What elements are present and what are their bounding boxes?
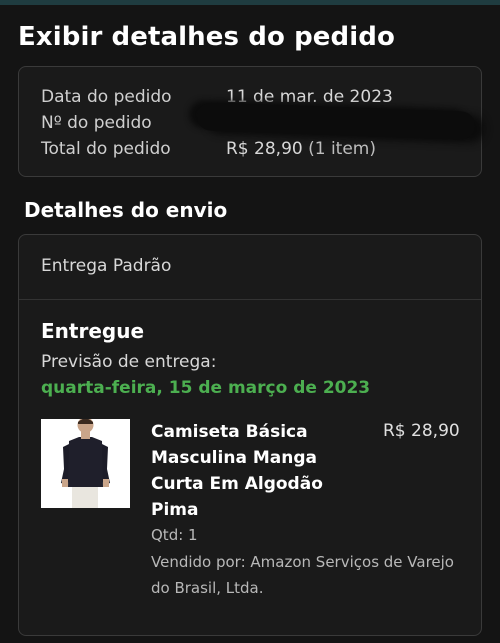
page-title: Exibir detalhes do pedido [18, 22, 395, 52]
order-number-label: Nº do pedido [41, 113, 152, 133]
shipment-card: Entrega Padrão Entregue Previsão de entr… [18, 234, 482, 636]
delivery-estimate-label: Previsão de entrega: [41, 352, 217, 372]
order-total-item-count: (1 item) [308, 139, 377, 159]
order-number-redaction [196, 102, 476, 140]
product-name-link[interactable]: Camiseta Básica Masculina Manga Curta Em… [151, 419, 351, 523]
divider [19, 299, 481, 300]
delivery-estimate-date: quarta-feira, 15 de março de 2023 [41, 378, 371, 398]
order-total-amount: R$ 28,90 [226, 139, 303, 159]
top-accent-bar [0, 0, 500, 5]
tshirt-product-photo-icon [41, 419, 130, 508]
product-price: R$ 28,90 [383, 421, 460, 441]
order-total-label: Total do pedido [41, 139, 171, 159]
product-image[interactable] [41, 419, 130, 508]
product-quantity: Qtd: 1 [151, 526, 198, 544]
shipping-section-title: Detalhes do envio [24, 198, 228, 222]
order-total-value: R$ 28,90 (1 item) [226, 139, 376, 159]
delivery-status: Entregue [41, 319, 145, 343]
product-seller: Vendido por: Amazon Serviços de Varejo d… [151, 553, 454, 597]
order-date-label: Data do pedido [41, 87, 172, 107]
shipping-method: Entrega Padrão [41, 256, 172, 276]
order-summary-card: Data do pedido 11 de mar. de 2023 Nº do … [18, 66, 482, 177]
